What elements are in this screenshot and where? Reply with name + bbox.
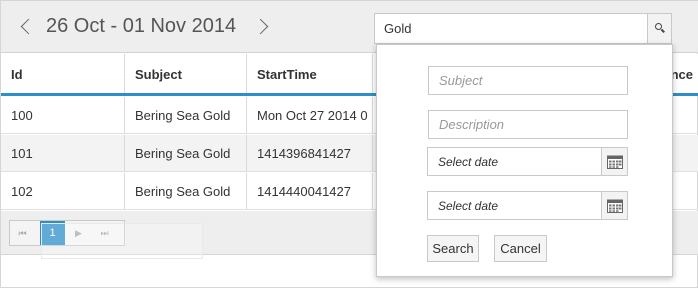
cancel-button[interactable]: Cancel (494, 235, 547, 262)
chevron-right-icon (252, 18, 269, 35)
search-input[interactable] (375, 14, 648, 43)
start-date-field (427, 147, 628, 176)
cell-id: 100 (1, 97, 125, 134)
chevron-left-icon (20, 18, 37, 35)
column-header-subject[interactable]: Subject (125, 54, 247, 93)
previous-button[interactable] (17, 13, 37, 41)
calendar-icon (607, 155, 623, 169)
column-header-id[interactable]: Id (1, 54, 125, 93)
search-button[interactable] (647, 14, 671, 43)
first-page-icon[interactable]: ⏮ (10, 221, 35, 245)
scheduler-frame: 26 Oct - 01 Nov 2014 Id Subject StartTim… (0, 0, 698, 288)
search-submit-button[interactable]: Search (427, 235, 479, 262)
end-date-input[interactable] (428, 192, 602, 219)
next-button[interactable] (252, 13, 275, 41)
advanced-search-popup: Search Cancel (376, 44, 673, 277)
date-range-label: 26 Oct - 01 Nov 2014 (46, 15, 237, 37)
subject-input[interactable] (429, 67, 627, 94)
start-date-calendar-button[interactable] (601, 148, 627, 175)
start-date-input[interactable] (428, 148, 602, 175)
cell-subject: Bering Sea Gold (125, 135, 247, 172)
cell-starttime: 1414440041427 (247, 173, 373, 210)
search-box (374, 13, 672, 44)
end-date-calendar-button[interactable] (601, 192, 627, 219)
subject-field (428, 66, 628, 95)
end-date-field (427, 191, 628, 220)
cell-subject: Bering Sea Gold (125, 173, 247, 210)
cell-id: 101 (1, 135, 125, 172)
cell-starttime: Mon Oct 27 2014 0 (247, 97, 373, 134)
pager-drag-ghost (41, 223, 203, 259)
cell-starttime: 1414396841427 (247, 135, 373, 172)
description-input[interactable] (429, 111, 627, 138)
column-header-starttime[interactable]: StartTime (247, 54, 373, 93)
cell-subject: Bering Sea Gold (125, 97, 247, 134)
description-field (428, 110, 628, 139)
calendar-icon (607, 199, 623, 213)
cell-id: 102 (1, 173, 125, 210)
